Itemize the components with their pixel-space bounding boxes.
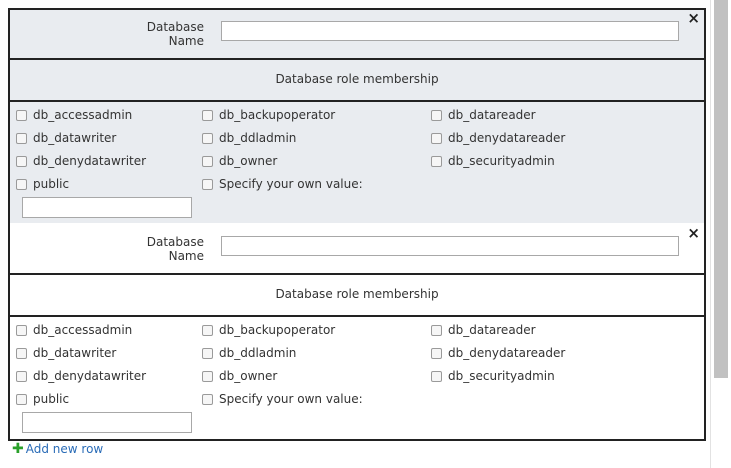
checkbox-icon[interactable] [16, 324, 27, 336]
checkbox-icon[interactable] [431, 347, 442, 359]
checkbox-db-backupoperator[interactable]: db_backupoperator [202, 323, 335, 337]
form-pane: Database Name × Database role membership… [0, 0, 710, 468]
checkbox-public[interactable]: public [16, 177, 69, 191]
checkbox-icon[interactable] [202, 324, 213, 336]
checkbox-db-denydatareader[interactable]: db_denydatareader [431, 346, 565, 360]
checkbox-icon[interactable] [16, 393, 27, 405]
checkbox-icon[interactable] [431, 109, 442, 121]
checkbox-db-accessadmin[interactable]: db_accessadmin [16, 108, 132, 122]
checkbox-specify-own-value[interactable]: Specify your own value: [202, 392, 363, 406]
checkbox-icon[interactable] [202, 109, 213, 121]
checkbox-icon[interactable] [202, 370, 213, 382]
role-checkbox-grid: db_accessadmin db_backupoperator db_data… [8, 317, 706, 439]
custom-role-input[interactable] [22, 197, 192, 218]
checkbox-db-ddladmin[interactable]: db_ddladmin [202, 346, 296, 360]
checkbox-icon[interactable] [16, 370, 27, 382]
database-name-input[interactable] [221, 21, 679, 41]
add-new-row-link[interactable]: ✚ Add new row [12, 442, 103, 456]
role-checkbox-grid: db_accessadmin db_backupoperator db_data… [8, 102, 706, 224]
database-name-row: Database Name × [8, 223, 706, 275]
checkbox-icon[interactable] [202, 347, 213, 359]
checkbox-icon[interactable] [431, 132, 442, 144]
checkbox-db-denydatareader[interactable]: db_denydatareader [431, 131, 565, 145]
checkbox-db-securityadmin[interactable]: db_securityadmin [431, 154, 555, 168]
checkbox-specify-own-value[interactable]: Specify your own value: [202, 177, 363, 191]
checkbox-db-denydatawriter[interactable]: db_denydatawriter [16, 369, 146, 383]
database-name-label: Database Name [146, 235, 204, 263]
checkbox-db-datareader[interactable]: db_datareader [431, 108, 536, 122]
checkbox-db-owner[interactable]: db_owner [202, 154, 277, 168]
custom-role-input[interactable] [22, 412, 192, 433]
add-new-row-label: Add new row [25, 442, 104, 456]
checkbox-db-securityadmin[interactable]: db_securityadmin [431, 369, 555, 383]
plus-icon: ✚ [12, 441, 24, 457]
checkbox-icon[interactable] [202, 155, 213, 167]
checkbox-public[interactable]: public [16, 392, 69, 406]
checkbox-db-backupoperator[interactable]: db_backupoperator [202, 108, 335, 122]
checkbox-icon[interactable] [16, 155, 27, 167]
checkbox-icon[interactable] [202, 393, 213, 405]
database-name-input[interactable] [221, 236, 679, 256]
vertical-scrollbar[interactable] [710, 0, 731, 468]
checkbox-db-owner[interactable]: db_owner [202, 369, 277, 383]
remove-row-icon[interactable]: × [687, 10, 700, 26]
checkbox-icon[interactable] [16, 347, 27, 359]
database-name-label: Database Name [146, 20, 204, 48]
role-membership-header: Database role membership [8, 273, 706, 317]
checkbox-icon[interactable] [202, 178, 213, 190]
checkbox-icon[interactable] [431, 370, 442, 382]
checkbox-db-datawriter[interactable]: db_datawriter [16, 131, 116, 145]
checkbox-icon[interactable] [16, 109, 27, 121]
scrollbar-thumb[interactable] [714, 0, 728, 378]
role-membership-header: Database role membership [8, 58, 706, 102]
checkbox-db-denydatawriter[interactable]: db_denydatawriter [16, 154, 146, 168]
checkbox-icon[interactable] [16, 178, 27, 190]
checkbox-db-ddladmin[interactable]: db_ddladmin [202, 131, 296, 145]
checkbox-icon[interactable] [431, 155, 442, 167]
checkbox-icon[interactable] [431, 324, 442, 336]
checkbox-db-datareader[interactable]: db_datareader [431, 323, 536, 337]
checkbox-db-datawriter[interactable]: db_datawriter [16, 346, 116, 360]
remove-row-icon[interactable]: × [687, 225, 700, 241]
checkbox-db-accessadmin[interactable]: db_accessadmin [16, 323, 132, 337]
database-name-row: Database Name × [8, 8, 706, 60]
checkbox-icon[interactable] [202, 132, 213, 144]
checkbox-icon[interactable] [16, 132, 27, 144]
